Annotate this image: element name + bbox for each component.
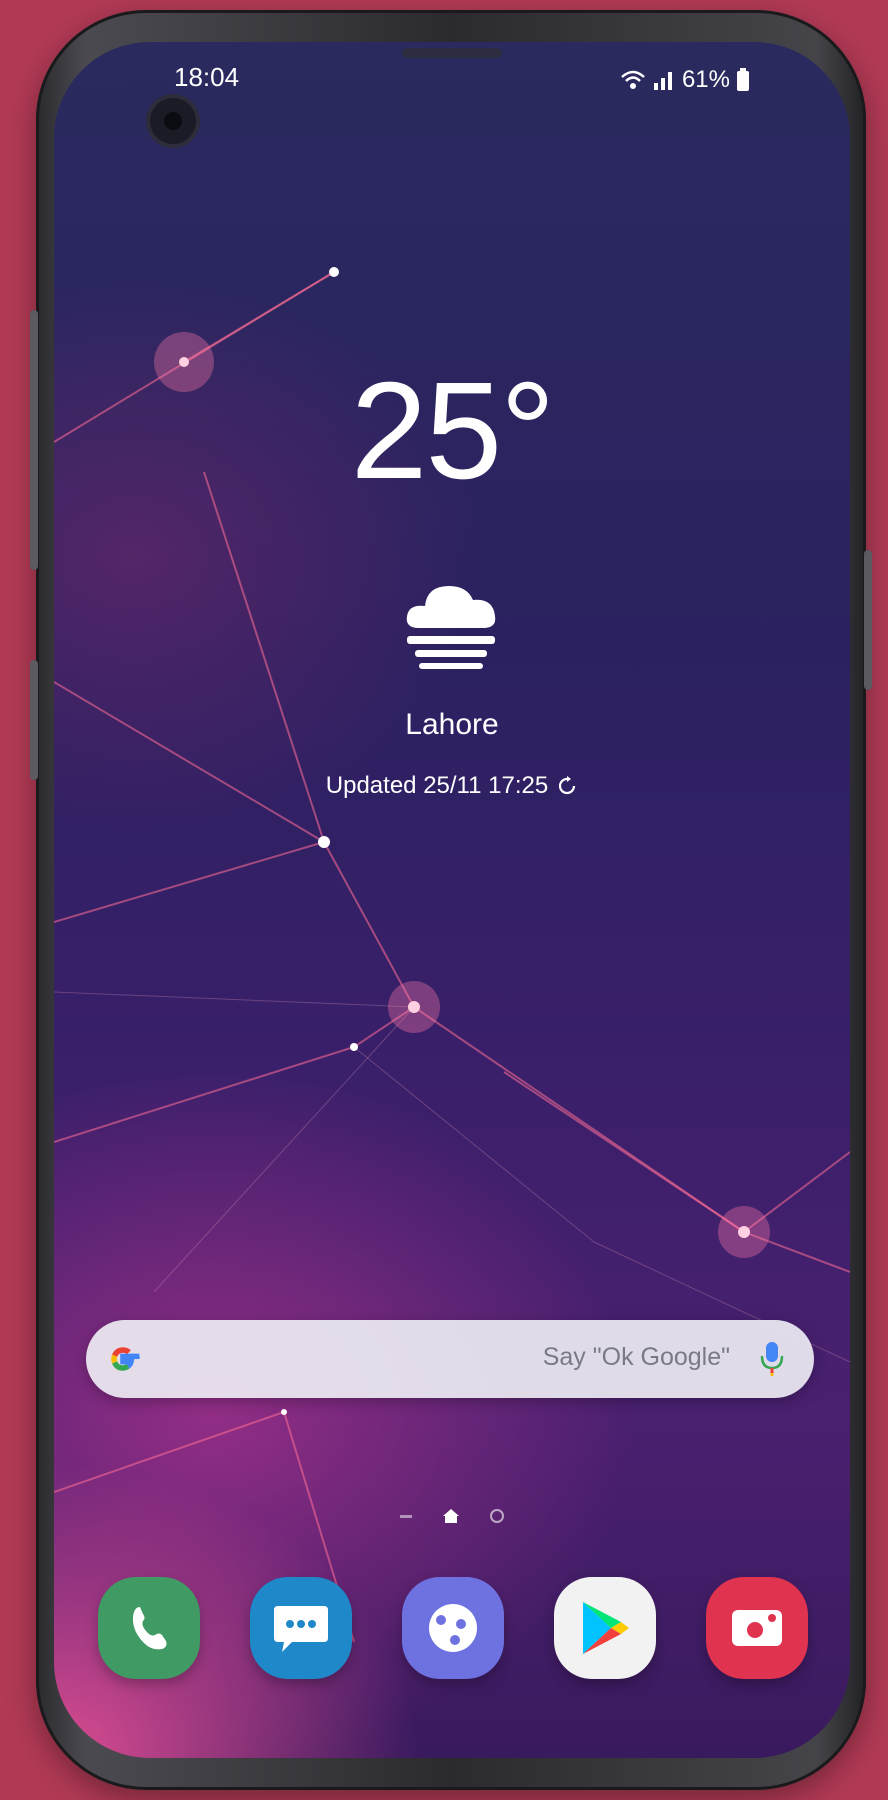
network-wallpaper	[54, 267, 850, 1645]
home-page-icon[interactable]	[442, 1508, 460, 1524]
google-logo-icon	[111, 1347, 140, 1371]
search-hint: Say "Ok Google"	[542, 1343, 730, 1371]
status-bar: 18:04 61%	[54, 42, 850, 102]
status-icons: 61%	[620, 66, 750, 94]
messages-icon[interactable]	[250, 1577, 352, 1679]
page-dot-right[interactable]	[490, 1509, 504, 1523]
weather-widget[interactable]: 25° Lahore Updated 25/11 17:25	[54, 362, 850, 800]
weather-city: Lahore	[405, 708, 499, 741]
page-dot-left[interactable]	[400, 1514, 412, 1518]
app-dock	[98, 1577, 808, 1679]
signal-icon	[653, 72, 672, 90]
battery-icon	[737, 68, 749, 91]
wifi-icon	[621, 70, 645, 89]
weather-updated-row: Updated 25/11 17:25	[54, 772, 850, 800]
screen-recorder-icon[interactable]	[706, 1577, 808, 1679]
volume-button	[30, 310, 38, 570]
home-screen: 18:04 61% 25° Lahore Updated 25/11 17:25…	[54, 42, 850, 1758]
battery-percent: 61%	[681, 66, 730, 93]
status-time: 18:04	[174, 62, 240, 92]
galaxy-apps-icon[interactable]	[402, 1577, 504, 1679]
google-search-bar[interactable]: Say "Ok Google"	[86, 1320, 814, 1398]
front-camera	[150, 98, 196, 144]
temperature: 25°	[350, 354, 556, 508]
play-store-icon[interactable]	[554, 1577, 656, 1679]
fog-cloud-icon	[397, 570, 507, 680]
phone-icon[interactable]	[98, 1577, 200, 1679]
bixby-button	[30, 660, 38, 780]
weather-updated-text: Updated 25/11 17:25	[325, 772, 549, 799]
page-indicator[interactable]	[54, 1508, 850, 1524]
microphone-icon[interactable]	[760, 1340, 784, 1378]
refresh-icon[interactable]	[556, 775, 578, 797]
power-button	[864, 550, 872, 690]
